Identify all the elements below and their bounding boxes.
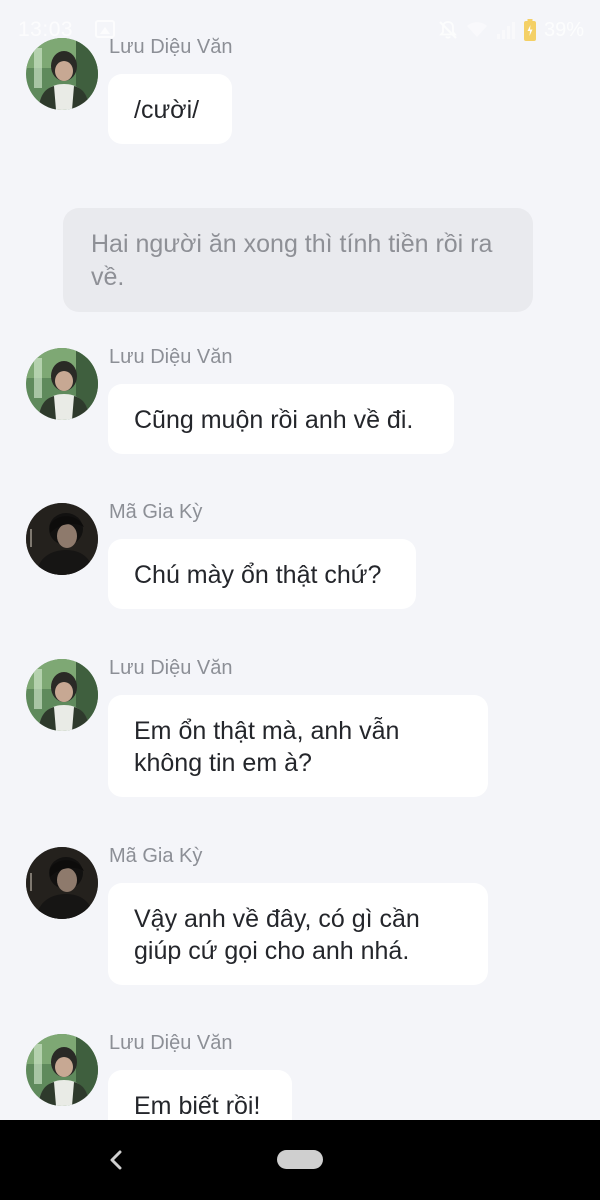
message-bubble[interactable]: Em biết rồi! bbox=[108, 1070, 292, 1120]
message-bubble[interactable]: Chú mày ổn thật chứ? bbox=[108, 539, 416, 609]
sender-avatar[interactable] bbox=[26, 659, 98, 731]
back-button[interactable] bbox=[104, 1148, 128, 1172]
avatar-image bbox=[26, 38, 98, 110]
sender-avatar[interactable] bbox=[26, 847, 98, 919]
avatar-image bbox=[26, 659, 98, 731]
sender-name: Lưu Diệu Văn bbox=[109, 657, 233, 679]
sender-avatar[interactable] bbox=[26, 348, 98, 420]
avatar-image bbox=[26, 503, 98, 575]
sender-avatar[interactable] bbox=[26, 1034, 98, 1106]
avatar-image bbox=[26, 348, 98, 420]
message-bubble[interactable]: Vậy anh về đây, có gì cần giúp cứ gọi ch… bbox=[108, 883, 488, 985]
narration-bubble: Hai người ăn xong thì tính tiền rồi ra v… bbox=[63, 208, 533, 312]
home-button[interactable] bbox=[277, 1150, 323, 1169]
chat-area[interactable]: Lưu Diệu Văn /cười/ Hai người ăn xong th… bbox=[0, 0, 600, 1120]
message-bubble[interactable]: Em ổn thật mà, anh vẫn không tin em à? bbox=[108, 695, 488, 797]
sender-name: Mã Gia Kỳ bbox=[109, 845, 203, 867]
message-bubble[interactable]: /cười/ bbox=[108, 74, 232, 144]
sender-name: Lưu Diệu Văn bbox=[109, 346, 233, 368]
back-icon bbox=[110, 1150, 122, 1170]
sender-name: Mã Gia Kỳ bbox=[109, 501, 203, 523]
message-bubble[interactable]: Cũng muộn rồi anh về đi. bbox=[108, 384, 454, 454]
avatar-image bbox=[26, 1034, 98, 1106]
navigation-bar bbox=[0, 1120, 600, 1200]
sender-name: Lưu Diệu Văn bbox=[109, 36, 233, 58]
sender-avatar[interactable] bbox=[26, 503, 98, 575]
sender-avatar[interactable] bbox=[26, 38, 98, 110]
avatar-image bbox=[26, 847, 98, 919]
sender-name: Lưu Diệu Văn bbox=[109, 1032, 233, 1054]
